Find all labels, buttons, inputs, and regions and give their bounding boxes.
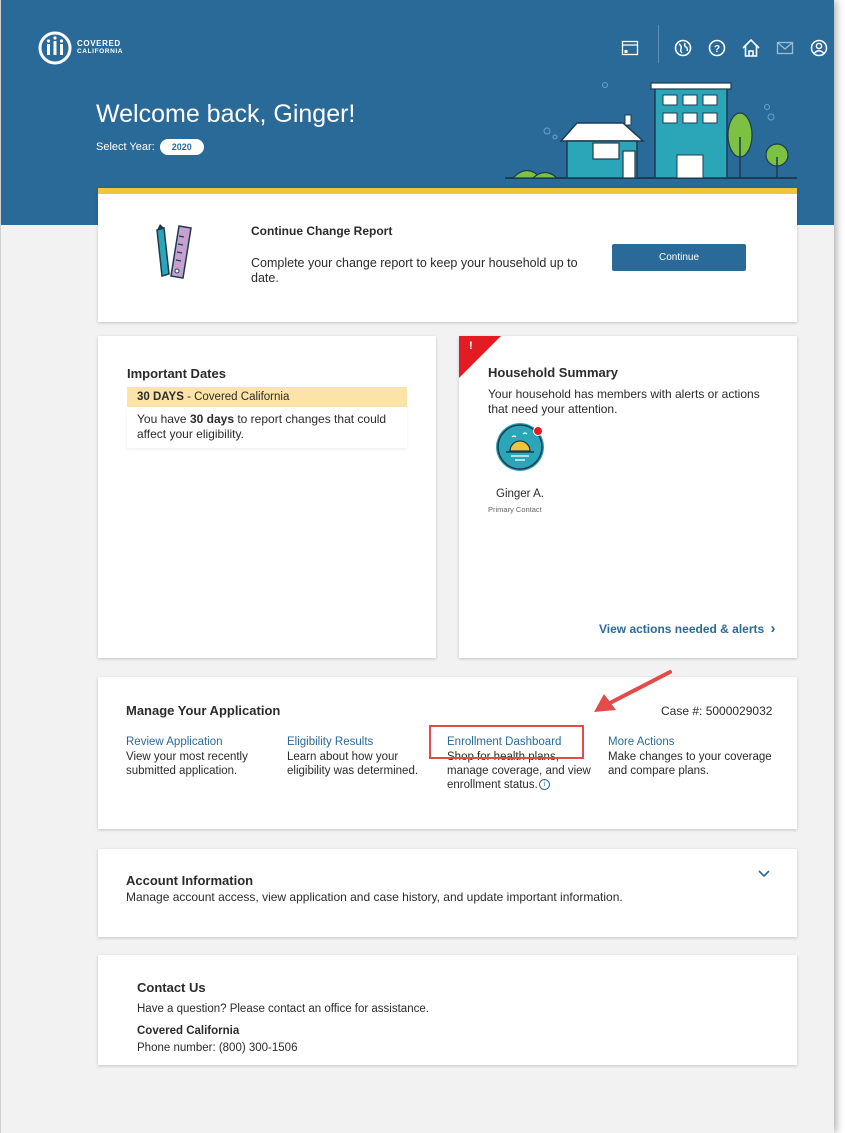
eligibility-results-description: Learn about how your eligibility was det… — [287, 751, 419, 777]
logo-line-1: COVERED — [77, 39, 121, 48]
contact-organization: Covered California — [137, 1025, 240, 1037]
account-information-title: Account Information — [126, 873, 254, 888]
deadline-days: 30 DAYS — [137, 391, 184, 403]
review-application-column: Review Application View your most recent… — [126, 735, 276, 778]
contact-us-description: Have a question? Please contact an offic… — [137, 1003, 429, 1015]
alert-flag-mark: ! — [469, 340, 473, 352]
member-role: Primary Contact — [488, 505, 542, 514]
year-dropdown[interactable]: 2020 — [159, 139, 204, 155]
more-actions-column: More Actions Make changes to your covera… — [608, 735, 773, 778]
contact-phone: Phone number: (800) 300-1506 — [137, 1042, 298, 1054]
annotation-arrow-icon — [594, 670, 672, 712]
household-summary-card: ! Household Summary Your household has m… — [459, 336, 797, 658]
logo-wordmark: COVERED CALIFORNIA — [77, 40, 123, 56]
change-report-description: Complete your change report to keep your… — [251, 256, 578, 285]
mail-icon[interactable] — [775, 38, 795, 58]
view-actions-link[interactable]: View actions needed & alerts › — [599, 620, 776, 637]
deadline-alert-body: You have 30 days to report changes that … — [127, 407, 407, 448]
member-name: Ginger A. — [496, 488, 544, 500]
eligibility-results-link[interactable]: Eligibility Results — [287, 735, 437, 749]
account-information-description: Manage account access, view application … — [126, 890, 623, 904]
welcome-heading: Welcome back, Ginger! — [96, 100, 356, 128]
household-summary-title: Household Summary — [488, 365, 619, 380]
browser-frame: COVERED CALIFORNIA ? Welcome back, Ginge… — [0, 0, 834, 1133]
review-application-link[interactable]: Review Application — [126, 735, 276, 749]
account-information-card[interactable]: Account Information Manage account acces… — [98, 849, 797, 937]
case-number: Case #: 5000029032 — [661, 704, 773, 718]
chevron-right-icon: › — [770, 620, 776, 637]
change-report-title: Continue Change Report — [251, 224, 393, 238]
neighborhood-illustration — [505, 82, 797, 179]
manage-application-title: Manage Your Application — [126, 703, 281, 718]
deadline-alert-header: 30 DAYS - Covered California — [127, 387, 407, 407]
user-icon[interactable] — [809, 38, 829, 58]
continue-button[interactable]: Continue — [612, 244, 746, 271]
alert-dot — [533, 426, 543, 436]
view-actions-label: View actions needed & alerts — [599, 622, 765, 636]
logo-mark-icon — [38, 31, 72, 65]
year-selector: Select Year: 2020 — [96, 139, 204, 155]
contact-us-card: Contact Us Have a question? Please conta… — [98, 955, 797, 1065]
review-application-description: View your most recently submitted applic… — [126, 751, 248, 777]
deadline-source: - Covered California — [183, 391, 290, 403]
info-icon[interactable]: i — [538, 779, 550, 790]
more-actions-link[interactable]: More Actions — [608, 735, 773, 749]
nav-divider — [658, 25, 659, 63]
calendar-icon[interactable] — [620, 38, 640, 58]
important-dates-card: Important Dates 30 DAYS - Covered Califo… — [98, 336, 436, 658]
select-year-label: Select Year: — [96, 141, 155, 153]
eligibility-results-column: Eligibility Results Learn about how your… — [287, 735, 437, 778]
deadline-alert: 30 DAYS - Covered California You have 30… — [127, 387, 407, 448]
covered-california-logo[interactable]: COVERED CALIFORNIA — [38, 31, 123, 65]
chevron-down-icon[interactable] — [757, 869, 771, 879]
annotation-highlight-box — [429, 725, 584, 759]
contact-us-title: Contact Us — [137, 980, 206, 995]
pencil-ruler-icon — [156, 224, 192, 279]
avatar[interactable] — [496, 423, 544, 471]
help-icon[interactable]: ? — [707, 38, 727, 58]
more-actions-description: Make changes to your coverage and compar… — [608, 751, 772, 777]
globe-icon[interactable] — [673, 38, 693, 58]
deadline-body-pre: You have — [137, 412, 190, 426]
logo-line-2: CALIFORNIA — [77, 48, 124, 55]
top-nav-icons: ? — [620, 25, 834, 63]
home-icon[interactable] — [741, 38, 761, 58]
svg-text:?: ? — [714, 44, 720, 55]
change-report-card: Continue Change Report Complete your cha… — [98, 188, 797, 322]
household-summary-description: Your household has members with alerts o… — [488, 387, 760, 416]
important-dates-title: Important Dates — [127, 366, 226, 381]
deadline-body-bold: 30 days — [189, 412, 234, 426]
